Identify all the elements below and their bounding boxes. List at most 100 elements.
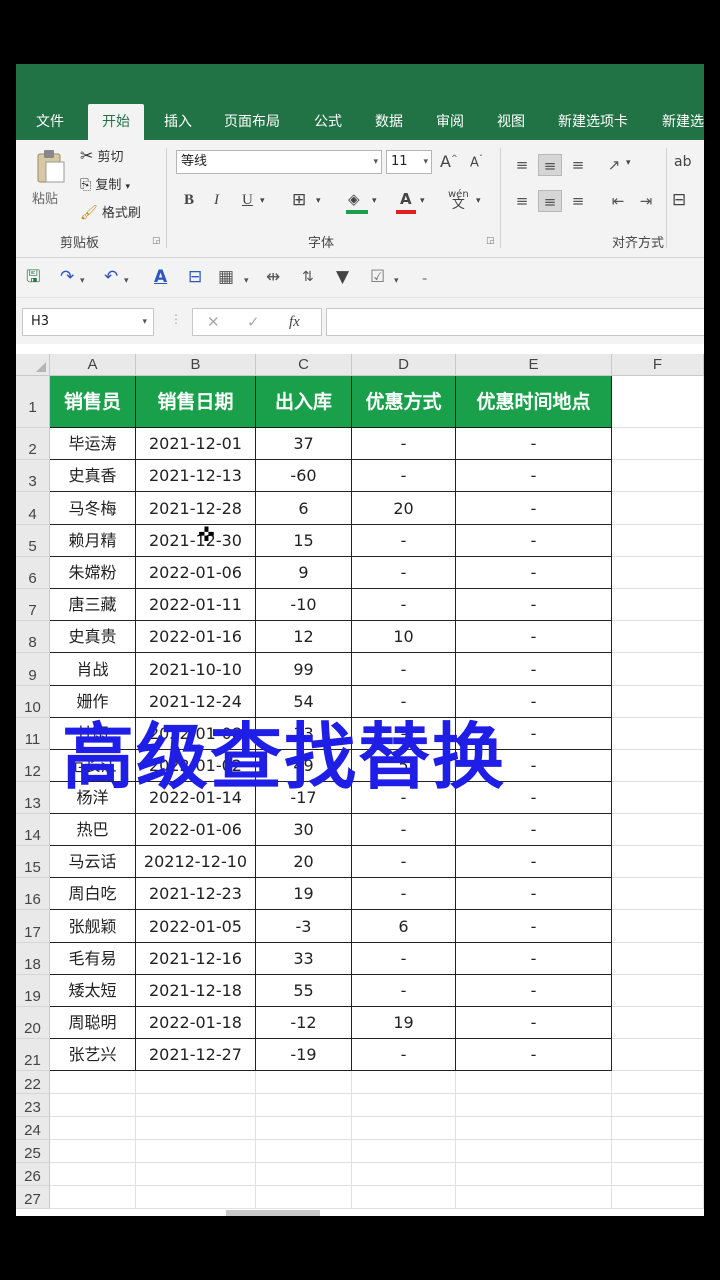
- table-cell[interactable]: [256, 1071, 352, 1094]
- increase-indent-icon[interactable]: ⇥: [634, 190, 658, 212]
- table-cell[interactable]: -: [456, 1007, 612, 1039]
- table-cell[interactable]: [612, 460, 704, 492]
- table-cell[interactable]: [612, 1094, 704, 1117]
- table-cell[interactable]: 6: [256, 492, 352, 525]
- table-cell[interactable]: [612, 846, 704, 878]
- column-header-a[interactable]: A: [50, 354, 136, 376]
- table-cell[interactable]: -: [456, 621, 612, 653]
- header-cell[interactable]: 优惠时间地点: [456, 376, 612, 428]
- table-cell[interactable]: 6: [352, 910, 456, 943]
- name-box[interactable]: H3 ▾: [22, 308, 154, 336]
- table-cell[interactable]: [456, 1071, 612, 1094]
- row-header[interactable]: 17: [16, 910, 50, 943]
- chevron-down-icon[interactable]: ▾: [420, 196, 425, 206]
- table-cell[interactable]: -19: [256, 1039, 352, 1071]
- undo-icon[interactable]: ↶: [104, 266, 118, 288]
- table-cell[interactable]: [50, 1186, 136, 1209]
- paste-button[interactable]: 粘贴: [28, 148, 72, 212]
- header-cell[interactable]: 销售日期: [136, 376, 256, 428]
- select-all-button[interactable]: [16, 354, 50, 376]
- table-cell[interactable]: [136, 1094, 256, 1117]
- orientation-icon[interactable]: ↗: [602, 154, 626, 176]
- row-header[interactable]: 15: [16, 846, 50, 878]
- row-header[interactable]: 9: [16, 653, 50, 686]
- table-cell[interactable]: [456, 1117, 612, 1140]
- table-cell[interactable]: [612, 1163, 704, 1186]
- row-header[interactable]: 25: [16, 1140, 50, 1163]
- tab-view[interactable]: 视图: [497, 104, 525, 140]
- table-cell[interactable]: -: [456, 975, 612, 1007]
- phonetic-guide-button[interactable]: wén 文: [448, 190, 469, 212]
- column-header-f[interactable]: F: [612, 354, 704, 376]
- table-cell[interactable]: [612, 943, 704, 975]
- table-cell[interactable]: 史真香: [50, 460, 136, 492]
- table-cell[interactable]: -: [352, 846, 456, 878]
- table-cell[interactable]: [50, 1071, 136, 1094]
- table-icon[interactable]: ▦: [218, 266, 234, 288]
- table-cell[interactable]: [352, 1094, 456, 1117]
- table-cell[interactable]: 赖月精: [50, 525, 136, 557]
- chevron-down-icon[interactable]: ▾: [372, 196, 377, 206]
- row-header[interactable]: 19: [16, 975, 50, 1007]
- table-cell[interactable]: -: [352, 1039, 456, 1071]
- table-cell[interactable]: 热巴: [50, 814, 136, 846]
- row-header[interactable]: 3: [16, 460, 50, 492]
- table-cell[interactable]: 20: [256, 846, 352, 878]
- table-cell[interactable]: 30: [256, 814, 352, 846]
- header-cell[interactable]: 优惠方式: [352, 376, 456, 428]
- row-header[interactable]: 8: [16, 621, 50, 653]
- row-header[interactable]: 1: [16, 376, 50, 428]
- header-cell[interactable]: 销售员: [50, 376, 136, 428]
- table-cell[interactable]: -: [352, 589, 456, 621]
- row-header[interactable]: 16: [16, 878, 50, 910]
- table-cell[interactable]: -12: [256, 1007, 352, 1039]
- table-cell[interactable]: [50, 1140, 136, 1163]
- table-cell[interactable]: 15: [256, 525, 352, 557]
- italic-button[interactable]: I: [214, 192, 219, 209]
- dialog-launcher-icon[interactable]: ◲: [486, 236, 495, 246]
- table-cell[interactable]: [612, 686, 704, 718]
- row-header[interactable]: 5: [16, 525, 50, 557]
- horizontal-scrollbar[interactable]: [226, 1210, 320, 1216]
- table-cell[interactable]: 2021-12-30: [136, 525, 256, 557]
- table-cell[interactable]: 矮太短: [50, 975, 136, 1007]
- font-color-icon[interactable]: A: [154, 266, 167, 288]
- table-cell[interactable]: [612, 621, 704, 653]
- align-top-icon[interactable]: ≡: [510, 154, 534, 176]
- table-cell[interactable]: [136, 1071, 256, 1094]
- table-cell[interactable]: -: [352, 943, 456, 975]
- chevron-down-icon[interactable]: ▾: [124, 270, 129, 292]
- chevron-down-icon[interactable]: ▾: [316, 196, 321, 206]
- table-cell[interactable]: -: [352, 653, 456, 686]
- table-cell[interactable]: [612, 428, 704, 460]
- table-cell[interactable]: [456, 1186, 612, 1209]
- table-cell[interactable]: 2022-01-06: [136, 814, 256, 846]
- table-cell[interactable]: -: [456, 492, 612, 525]
- column-header-b[interactable]: B: [136, 354, 256, 376]
- table-cell[interactable]: -: [456, 878, 612, 910]
- decrease-indent-icon[interactable]: ⇤: [606, 190, 630, 212]
- font-color-button[interactable]: A: [396, 190, 416, 214]
- table-cell[interactable]: -: [352, 814, 456, 846]
- table-cell[interactable]: 12: [256, 621, 352, 653]
- tab-review[interactable]: 审阅: [436, 104, 464, 140]
- table-cell[interactable]: [612, 653, 704, 686]
- table-cell[interactable]: 2022-01-06: [136, 557, 256, 589]
- resize-dots-icon[interactable]: ⋮: [170, 312, 182, 326]
- table-cell[interactable]: -: [456, 846, 612, 878]
- table-cell[interactable]: 2022-01-16: [136, 621, 256, 653]
- column-header-d[interactable]: D: [352, 354, 456, 376]
- customize-qat-icon[interactable]: ₌: [422, 268, 427, 290]
- table-cell[interactable]: [50, 1094, 136, 1117]
- row-header[interactable]: 22: [16, 1071, 50, 1094]
- table-cell[interactable]: -: [352, 975, 456, 1007]
- table-cell[interactable]: 2021-12-16: [136, 943, 256, 975]
- table-cell[interactable]: 19: [352, 1007, 456, 1039]
- spreadsheet-grid[interactable]: A B C D E F 1 2 3 4 5 6 7 8 9 10 11 12 13 14 15 16 17 18 19 20 21 2…: [16, 354, 704, 1216]
- table-cell[interactable]: [50, 1117, 136, 1140]
- table-cell[interactable]: -: [456, 1039, 612, 1071]
- row-header[interactable]: 2: [16, 428, 50, 460]
- merge-center-icon[interactable]: ⊟: [672, 190, 686, 210]
- header-cell[interactable]: 出入库: [256, 376, 352, 428]
- table-cell[interactable]: [612, 814, 704, 846]
